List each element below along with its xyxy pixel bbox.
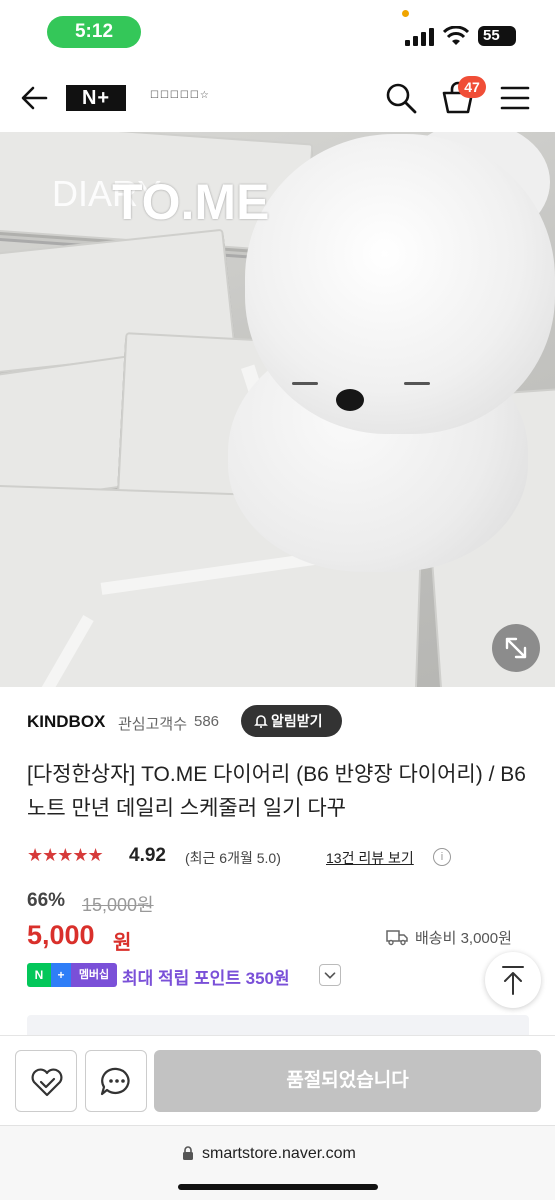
naver-plus-logo[interactable]: N+ <box>66 85 126 111</box>
review-link[interactable]: 13건 리뷰 보기 <box>326 848 414 868</box>
membership-label: 멤버십 <box>71 963 117 987</box>
plush-eye <box>292 382 318 385</box>
store-logo[interactable]: ☐☐☐☐☐☆ <box>150 90 210 101</box>
menu-icon[interactable] <box>500 84 530 112</box>
truck-icon <box>386 930 408 946</box>
bell-plus-icon <box>254 715 268 728</box>
lock-icon <box>183 1146 193 1160</box>
hero-sub-text: DIARY <box>52 172 161 216</box>
naver-plus-membership-badge: N + 멤버십 <box>27 963 117 987</box>
info-icon[interactable]: i <box>433 848 451 866</box>
points-text: 최대 적립 포인트 350원 <box>122 969 290 988</box>
alarm-subscribe-button[interactable]: 알림받기 <box>241 705 342 737</box>
expand-image-icon[interactable] <box>492 624 540 672</box>
home-indicator[interactable] <box>178 1184 378 1190</box>
rating-score: 4.92 <box>129 845 166 866</box>
bottom-action-bar: 품절되었습니다 <box>0 1035 555 1125</box>
cart-count-badge: 47 <box>458 76 486 98</box>
talk-button[interactable] <box>85 1050 147 1112</box>
battery-level: 55 <box>483 27 500 44</box>
search-icon[interactable] <box>384 81 418 115</box>
product-image[interactable]: DIARY TO.ME <box>0 132 555 687</box>
status-time: 5:12 <box>47 16 141 48</box>
seller-fav-count: 586 <box>194 713 220 730</box>
sale-price-unit: 원 <box>113 932 132 954</box>
shipping-fee-text: 배송비 3,000원 <box>415 930 512 947</box>
hero-title-text: TO.ME <box>112 174 269 230</box>
rating-row: ★★★★★ 4.92 (최근 6개월 5.0) 13건 리뷰 보기 i <box>27 843 532 871</box>
wish-button[interactable] <box>15 1050 77 1112</box>
product-page: 5:12 55 N+ ☐☐☐☐☐☆ 47 KINDBOX 관심고객수 586 알… <box>0 0 555 1200</box>
original-price: 15,000원 <box>82 895 154 915</box>
alarm-label: 알림받기 <box>271 713 323 729</box>
plush-head <box>245 134 555 434</box>
chat-bubble-icon <box>100 1067 130 1096</box>
chevron-down-icon[interactable] <box>319 964 341 986</box>
url-text[interactable]: smartstore.naver.com <box>202 1145 356 1163</box>
battery-icon: 55 <box>478 26 516 46</box>
seller-row: KINDBOX 관심고객수 586 알림받기 <box>0 687 555 757</box>
soldout-button[interactable]: 품절되었습니다 <box>154 1050 541 1112</box>
product-title: [다정한상자] TO.ME 다이어리 (B6 반양장 다이어리) / B6노트 … <box>27 763 526 820</box>
discount-rate: 66% <box>27 890 66 911</box>
seller-name[interactable]: KINDBOX <box>27 712 105 732</box>
heart-check-icon <box>31 1068 63 1097</box>
top-nav: N+ ☐☐☐☐☐☆ 47 <box>0 64 555 132</box>
status-bar: 5:12 55 <box>0 0 555 64</box>
recording-dot-icon <box>402 10 409 17</box>
rating-recent: (최근 6개월 5.0) <box>185 850 281 866</box>
back-arrow-icon[interactable] <box>18 82 50 114</box>
browser-url-bar[interactable]: smartstore.naver.com <box>0 1125 555 1200</box>
sale-price: 5,000 <box>27 920 95 950</box>
plush-eye <box>404 382 430 385</box>
seller-fav-label: 관심고객수 <box>118 716 188 733</box>
wifi-icon <box>443 26 469 45</box>
plush-nose <box>336 389 364 411</box>
rating-stars-icon: ★★★★★ <box>27 845 104 865</box>
scroll-top-icon[interactable] <box>485 952 541 1008</box>
cellular-signal-icon <box>405 28 435 46</box>
